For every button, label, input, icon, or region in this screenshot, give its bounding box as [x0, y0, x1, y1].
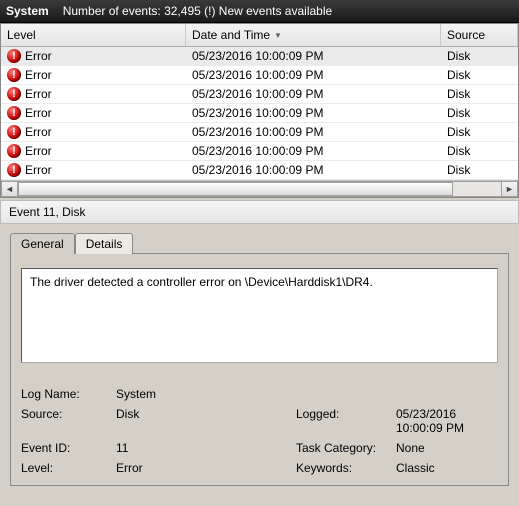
- tab-general-label: General: [21, 237, 64, 251]
- cell-date: 05/23/2016 10:00:09 PM: [186, 124, 441, 140]
- error-icon: !: [7, 144, 21, 158]
- cell-level: ! Error: [1, 143, 186, 159]
- prop-source-label: Source:: [21, 407, 116, 435]
- table-row[interactable]: ! Error 05/23/2016 10:00:09 PMDisk: [1, 85, 518, 104]
- cell-level: ! Error: [1, 67, 186, 83]
- prop-eventid-value: 11: [116, 441, 296, 455]
- event-detail-area: General Details The driver detected a co…: [0, 224, 519, 496]
- prop-taskcat-label: Task Category:: [296, 441, 396, 455]
- cell-source: Disk: [441, 67, 518, 83]
- error-icon: !: [7, 49, 21, 63]
- cell-date: 05/23/2016 10:00:09 PM: [186, 48, 441, 64]
- tab-general[interactable]: General: [10, 233, 75, 254]
- cell-date: 05/23/2016 10:00:09 PM: [186, 67, 441, 83]
- sort-desc-icon: ▼: [274, 31, 282, 40]
- cell-level: ! Error: [1, 48, 186, 64]
- cell-source: Disk: [441, 143, 518, 159]
- col-header-source-label: Source: [447, 28, 485, 42]
- error-icon: !: [7, 68, 21, 82]
- event-summary-text: Event 11, Disk: [9, 205, 85, 219]
- table-row[interactable]: ! Error 05/23/2016 10:00:09 PMDisk: [1, 142, 518, 161]
- prop-logged-value: 05/23/2016 10:00:09 PM: [396, 407, 498, 435]
- prop-level-label: Level:: [21, 461, 116, 475]
- event-properties: Log Name: System Source: Disk Logged: 05…: [21, 387, 498, 475]
- prop-level-value: Error: [116, 461, 296, 475]
- cell-date: 05/23/2016 10:00:09 PM: [186, 86, 441, 102]
- table-body: !Error05/23/2016 10:00:09 PMDisk!Error05…: [1, 47, 518, 180]
- cell-level-text: Error: [25, 163, 52, 177]
- cell-level-text: Error: [25, 49, 52, 63]
- table-row[interactable]: ! Error 05/23/2016 10:00:09 PMDisk: [1, 66, 518, 85]
- cell-source: Disk: [441, 86, 518, 102]
- horizontal-scrollbar[interactable]: ◄ ►: [1, 180, 518, 197]
- prop-keywords-value: Classic: [396, 461, 498, 475]
- prop-source-value: Disk: [116, 407, 296, 435]
- table-row[interactable]: ! Error 05/23/2016 10:00:09 PMDisk: [1, 47, 518, 66]
- prop-logname-value: System: [116, 387, 296, 401]
- cell-date: 05/23/2016 10:00:09 PM: [186, 162, 441, 178]
- cell-source: Disk: [441, 105, 518, 121]
- event-description-text: The driver detected a controller error o…: [30, 275, 373, 289]
- prop-eventid-label: Event ID:: [21, 441, 116, 455]
- log-header-bar: System Number of events: 32,495 (!) New …: [0, 0, 519, 23]
- cell-level-text: Error: [25, 125, 52, 139]
- cell-level-text: Error: [25, 106, 52, 120]
- table-header: Level Date and Time ▼ Source: [1, 24, 518, 47]
- col-header-level-label: Level: [7, 28, 36, 42]
- prop-keywords-label: Keywords:: [296, 461, 396, 475]
- tab-strip: General Details: [10, 232, 509, 253]
- log-title: System: [6, 4, 49, 18]
- event-description[interactable]: The driver detected a controller error o…: [21, 268, 498, 363]
- cell-date: 05/23/2016 10:00:09 PM: [186, 105, 441, 121]
- cell-level: ! Error: [1, 124, 186, 140]
- scroll-thumb[interactable]: [18, 182, 453, 196]
- log-status: Number of events: 32,495 (!) New events …: [63, 4, 332, 18]
- col-header-date[interactable]: Date and Time ▼: [186, 24, 441, 46]
- col-header-source[interactable]: Source: [441, 24, 518, 46]
- prop-logname-label: Log Name:: [21, 387, 116, 401]
- tab-details[interactable]: Details: [75, 233, 134, 254]
- col-header-date-label: Date and Time: [192, 28, 270, 42]
- cell-date: 05/23/2016 10:00:09 PM: [186, 143, 441, 159]
- table-row[interactable]: ! Error 05/23/2016 10:00:09 PMDisk: [1, 123, 518, 142]
- event-summary-bar: Event 11, Disk: [0, 200, 519, 224]
- cell-level-text: Error: [25, 68, 52, 82]
- cell-level: ! Error: [1, 162, 186, 178]
- cell-level-text: Error: [25, 144, 52, 158]
- prop-taskcat-value: None: [396, 441, 498, 455]
- cell-level-text: Error: [25, 87, 52, 101]
- tab-panel-general: The driver detected a controller error o…: [10, 253, 509, 486]
- error-icon: !: [7, 163, 21, 177]
- cell-level: ! Error: [1, 86, 186, 102]
- scroll-right-icon[interactable]: ►: [501, 181, 518, 197]
- cell-source: Disk: [441, 124, 518, 140]
- error-icon: !: [7, 87, 21, 101]
- table-row[interactable]: ! Error 05/23/2016 10:00:09 PMDisk: [1, 104, 518, 123]
- col-header-level[interactable]: Level: [1, 24, 186, 46]
- scroll-left-icon[interactable]: ◄: [1, 181, 18, 197]
- error-icon: !: [7, 125, 21, 139]
- scroll-track[interactable]: [18, 181, 501, 197]
- prop-logged-label: Logged:: [296, 407, 396, 435]
- tab-details-label: Details: [86, 237, 123, 251]
- table-row[interactable]: ! Error 05/23/2016 10:00:09 PMDisk: [1, 161, 518, 180]
- cell-level: ! Error: [1, 105, 186, 121]
- error-icon: !: [7, 106, 21, 120]
- cell-source: Disk: [441, 48, 518, 64]
- events-table: Level Date and Time ▼ Source ! Error 05/23…: [0, 23, 519, 198]
- cell-source: Disk: [441, 162, 518, 178]
